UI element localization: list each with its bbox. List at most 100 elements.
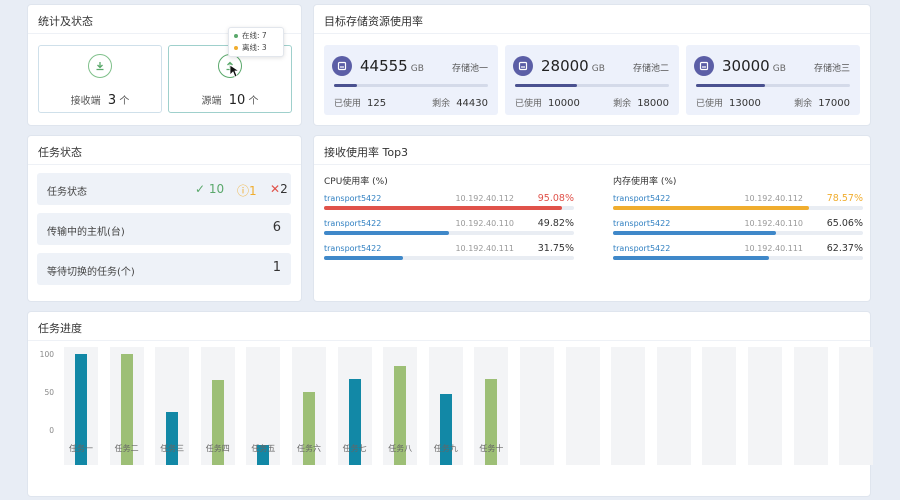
usage-value: 78.57%: [826, 193, 863, 204]
host-name-link[interactable]: transport5422: [324, 194, 381, 203]
storage-pool-icon: [332, 56, 352, 76]
usage-bar: [324, 206, 574, 210]
mouse-cursor-icon: [229, 64, 239, 78]
cpu-usage-item: transport5422 10.192.40.110 49.82%: [324, 218, 574, 243]
y-tick-100: 100: [39, 350, 54, 359]
pool-remain-value: 18000: [637, 98, 669, 109]
source-unit: 个: [248, 96, 259, 107]
host-name-link[interactable]: transport5422: [324, 219, 381, 228]
source-label: 源端: [201, 96, 222, 107]
pool-name: 存储池三: [813, 64, 850, 74]
progress-title: 任务进度: [38, 322, 82, 335]
chart-slot-background: [520, 347, 554, 465]
mem-usage-item: transport5422 10.192.40.110 65.06%: [613, 218, 863, 243]
divider: [314, 164, 870, 165]
transferring-hosts-row: 传输中的主机(台) 6: [37, 213, 291, 245]
divider: [28, 340, 870, 341]
top3-title: 接收使用率 Top3: [324, 146, 409, 159]
chart-slot-background: [839, 347, 874, 465]
usage-value: 62.37%: [826, 243, 863, 254]
chart-bar[interactable]: [439, 394, 452, 465]
transferring-hosts-label: 传输中的主机(台): [47, 227, 125, 238]
receiver-card[interactable]: 接收端 3 个: [38, 45, 162, 113]
receiver-unit: 个: [119, 96, 130, 107]
pool-remain-label: 剩余: [613, 99, 632, 109]
divider: [314, 33, 870, 34]
storage-pool-icon: [694, 56, 714, 76]
host-name-link[interactable]: transport5422: [613, 219, 670, 228]
pool-remain-value: 17000: [818, 98, 850, 109]
usage-value: 65.06%: [826, 218, 863, 229]
storage-pool-card: 44555 GB 存储池一 已使用 125 剩余 44430: [324, 45, 498, 115]
chart-slot-background: [793, 347, 828, 465]
pool-remain-label: 剩余: [794, 99, 813, 109]
status-row: 任务状态 ✓ 10 ⓘ1 ✕2: [37, 173, 291, 205]
mem-usage-title: 内存使用率 (%): [613, 177, 677, 187]
waiting-tasks-row: 等待切换的任务(个) 1: [37, 253, 291, 285]
stats-panel: 统计及状态 接收端 3 个 源端 10 个: [27, 4, 302, 126]
mem-usage-item: transport5422 10.192.40.111 62.37%: [613, 243, 863, 268]
chart-slot-background: [565, 347, 600, 465]
offline-dot-icon: [234, 46, 238, 50]
chart-bar[interactable]: [166, 411, 179, 465]
chart-slot-background: [748, 347, 782, 465]
stats-title: 统计及状态: [38, 15, 93, 28]
host-name-link[interactable]: transport5422: [613, 194, 670, 203]
host-ip: 10.192.40.110: [455, 219, 514, 228]
usage-value: 95.08%: [537, 193, 574, 204]
online-dot-icon: [234, 34, 238, 38]
x-tick-label: 任务三: [160, 444, 185, 453]
status-ok-count: 10: [208, 182, 225, 196]
pool-used-value: 10000: [548, 98, 580, 109]
x-tick-label: 任务八: [388, 444, 413, 453]
pool-used-label: 已使用: [515, 99, 543, 109]
tooltip-offline: 离线: 3: [242, 43, 267, 52]
storage-title: 目标存储资源使用率: [324, 15, 423, 28]
chart-slot-background: [656, 347, 691, 465]
pool-used-value: 13000: [729, 98, 761, 109]
status-err-count: 2: [280, 182, 288, 196]
host-name-link[interactable]: transport5422: [613, 244, 670, 253]
status-warn-count: 1: [249, 184, 257, 198]
x-tick-label: 任务六: [297, 444, 321, 453]
host-ip: 10.192.40.112: [455, 194, 514, 203]
host-name-link[interactable]: transport5422: [324, 244, 381, 253]
source-tooltip: 在线: 7 离线: 3: [228, 27, 284, 57]
y-tick-0: 0: [49, 426, 54, 435]
top3-panel: 接收使用率 Top3 CPU使用率 (%) 内存使用率 (%) transpor…: [313, 135, 871, 302]
usage-bar: [613, 231, 863, 235]
mem-usage-item: transport5422 10.192.40.112 78.57%: [613, 193, 863, 218]
pool-usage-bar: [696, 84, 850, 87]
source-count: 10: [228, 93, 246, 108]
host-ip: 10.192.40.111: [455, 244, 514, 253]
x-tick-label: 任务七: [342, 444, 367, 453]
status-row-label: 任务状态: [47, 187, 87, 198]
pool-name: 存储池二: [632, 64, 669, 74]
usage-bar: [324, 231, 574, 235]
pool-used-label: 已使用: [334, 99, 362, 109]
storage-panel: 目标存储资源使用率 44555 GB 存储池一 已使用 125 剩余 44430 28000 G…: [313, 4, 871, 126]
warning-icon: ⓘ: [237, 184, 250, 198]
x-tick-label: 任务四: [205, 444, 230, 453]
receiver-count: 3: [107, 93, 117, 108]
task-status-title: 任务状态: [38, 146, 82, 159]
task-status-panel: 任务状态 任务状态 ✓ 10 ⓘ1 ✕2 传输中的主机(台) 6 等待切换的任务…: [27, 135, 302, 302]
chart-bar[interactable]: [303, 391, 315, 465]
divider: [28, 164, 301, 165]
usage-bar: [324, 256, 574, 260]
x-tick-label: 任务十: [479, 444, 504, 453]
x-tick-label: 任务一: [69, 444, 93, 453]
pool-total: 30000 GB: [722, 57, 786, 75]
y-tick-50: 50: [44, 388, 54, 397]
receiver-label: 接收端: [70, 96, 101, 107]
pool-name: 存储池一: [451, 64, 488, 74]
pool-used-value: 125: [367, 98, 387, 109]
cpu-usage-title: CPU使用率 (%): [324, 177, 388, 187]
tooltip-online: 在线: 7: [242, 31, 267, 40]
waiting-tasks-value: 1: [272, 260, 281, 275]
usage-value: 49.82%: [537, 218, 574, 229]
check-icon: ✓: [195, 182, 206, 196]
x-tick-label: 任务五: [251, 444, 276, 453]
usage-bar: [613, 206, 863, 210]
pool-total: 28000 GB: [541, 57, 605, 75]
